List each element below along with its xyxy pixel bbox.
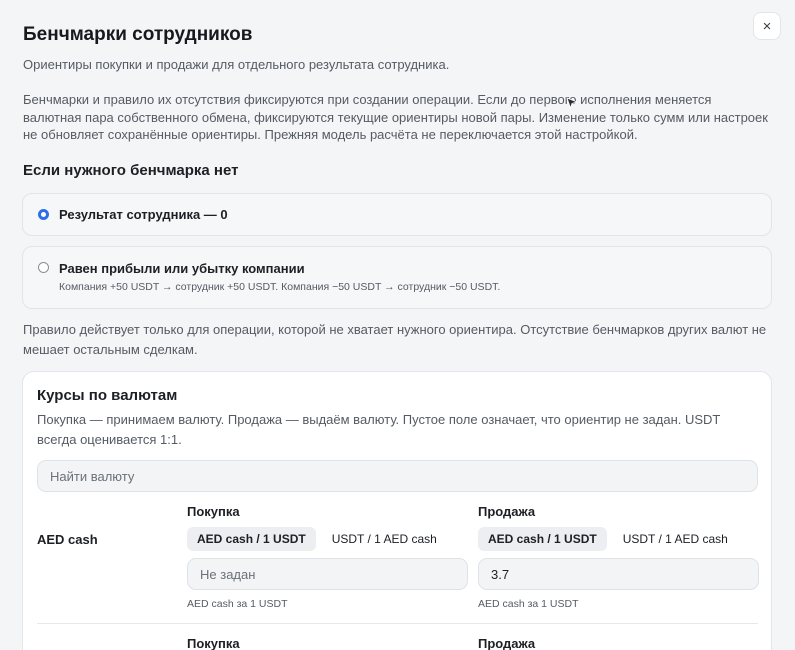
close-icon: ×: [762, 17, 772, 35]
benchmarks-modal: × Бенчмарки сотрудников Ориентиры покупк…: [0, 0, 795, 650]
sell-column: Продажа AED cash / 1 USDT USDT / 1 AED c…: [478, 504, 760, 610]
modal-description: Бенчмарки и правило их отсутствия фиксир…: [23, 92, 768, 142]
row-divider: [37, 623, 758, 624]
buy-column: Покупка AED cash / 1 USDT USDT / 1 AED c…: [187, 504, 469, 610]
option-label: Равен прибыли или убытку компании: [59, 261, 305, 276]
sell-heading: Продажа: [478, 636, 536, 650]
buy-heading: Покупка: [187, 636, 240, 650]
sell-tab-per-currency[interactable]: USDT / 1 AED cash: [613, 527, 738, 551]
sell-heading: Продажа: [478, 504, 536, 519]
fallback-option-company-pnl[interactable]: Равен прибыли или убытку компании Компан…: [22, 246, 772, 309]
buy-rate-input[interactable]: [187, 558, 468, 590]
currency-name: AED cash: [37, 532, 98, 547]
fallback-rule-text: Правило действует только для операции, к…: [23, 322, 767, 357]
buy-heading: Покупка: [187, 504, 240, 519]
option-hint: Компания +50 USDT → сотрудник +50 USDT. …: [59, 281, 501, 293]
currency-search-input[interactable]: [37, 460, 758, 492]
buy-tab-per-usdt[interactable]: AED cash / 1 USDT: [187, 527, 316, 551]
sell-tab-per-usdt[interactable]: AED cash / 1 USDT: [478, 527, 607, 551]
sell-rate-hint: AED cash за 1 USDT: [478, 598, 579, 610]
fallback-option-zero[interactable]: Результат сотрудника — 0: [22, 193, 772, 236]
sell-unit-toggle: AED cash / 1 USDT USDT / 1 AED cash: [478, 527, 760, 551]
option-label: Результат сотрудника — 0: [59, 207, 228, 222]
currency-rates-card: Курсы по валютам Покупка — принимаем вал…: [22, 371, 772, 650]
rates-title: Курсы по валютам: [37, 387, 178, 404]
radio-selected-icon[interactable]: [38, 209, 49, 220]
sell-rate-input[interactable]: [478, 558, 759, 590]
buy-tab-per-currency[interactable]: USDT / 1 AED cash: [322, 527, 447, 551]
radio-unselected-icon[interactable]: [38, 262, 49, 273]
fallback-heading: Если нужного бенчмарка нет: [23, 162, 239, 179]
mouse-cursor-icon: [566, 97, 578, 109]
close-button[interactable]: ×: [753, 12, 781, 40]
rates-description: Покупка — принимаем валюту. Продажа — вы…: [37, 412, 721, 447]
buy-rate-hint: AED cash за 1 USDT: [187, 598, 288, 610]
buy-unit-toggle: AED cash / 1 USDT USDT / 1 AED cash: [187, 527, 469, 551]
modal-subtitle: Ориентиры покупки и продажи для отдельно…: [23, 57, 450, 72]
modal-title: Бенчмарки сотрудников: [23, 24, 253, 45]
